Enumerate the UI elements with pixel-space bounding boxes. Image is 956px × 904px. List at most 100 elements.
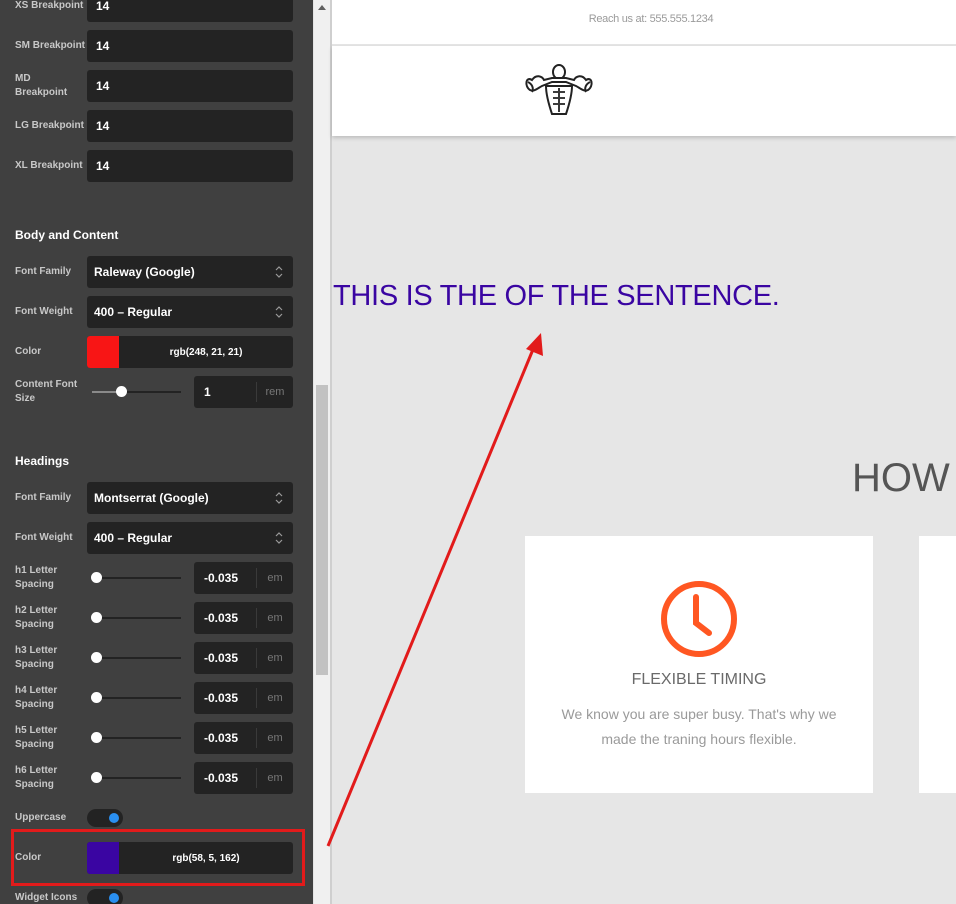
feature-card-partial	[919, 536, 956, 793]
slider-handle[interactable]	[91, 732, 102, 743]
scrollbar-thumb[interactable]	[316, 385, 328, 675]
h5-letter-spacing-input[interactable]: -0.035 em	[194, 722, 293, 754]
h4-letter-spacing-row: h4 Letter Spacing -0.035 em	[0, 682, 313, 714]
h2-letter-spacing-label: h2 Letter Spacing	[15, 605, 58, 630]
content-font-size-input[interactable]: 1 rem	[194, 376, 293, 408]
headings-font-weight-row: Font Weight 400 – Regular	[0, 522, 313, 554]
h3-letter-spacing-slider[interactable]	[92, 657, 181, 659]
headings-font-weight-value: 400 – Regular	[94, 531, 173, 545]
chevron-up-down-icon	[275, 532, 283, 544]
body-font-weight-value: 400 – Regular	[94, 305, 173, 319]
h4-letter-spacing-value: -0.035	[204, 691, 239, 705]
h1-letter-spacing-slider[interactable]	[92, 577, 181, 579]
content-font-size-label: Content Font Size	[15, 379, 78, 404]
headings-font-weight-select[interactable]: 400 – Regular	[87, 522, 293, 554]
body-color-swatch[interactable]	[87, 336, 119, 368]
slider-handle[interactable]	[91, 652, 102, 663]
h5-letter-spacing-label: h5 Letter Spacing	[15, 725, 58, 750]
md-breakpoint-row: MD Breakpoint 14	[0, 70, 313, 102]
lg-breakpoint-input[interactable]: 14	[87, 110, 293, 142]
headings-font-family-row: Font Family Montserrat (Google)	[0, 482, 313, 514]
site-header	[332, 46, 956, 136]
h1-letter-spacing-label: h1 Letter Spacing	[15, 565, 58, 590]
slider-handle[interactable]	[91, 612, 102, 623]
uppercase-toggle[interactable]	[87, 809, 123, 827]
h1-letter-spacing-input[interactable]: -0.035 em	[194, 562, 293, 594]
h2-letter-spacing-unit: em	[267, 612, 283, 624]
slider-handle[interactable]	[91, 772, 102, 783]
feature-card: FLEXIBLE TIMING We know you are super bu…	[525, 536, 873, 793]
chevron-up-down-icon	[275, 266, 283, 278]
content-font-size-unit: rem	[265, 386, 285, 398]
toggle-dot	[109, 893, 119, 903]
h6-letter-spacing-slider[interactable]	[92, 777, 181, 779]
xl-breakpoint-row: XL Breakpoint 14	[0, 150, 313, 182]
h6-letter-spacing-value: -0.035	[204, 771, 239, 785]
toggle-dot	[109, 813, 119, 823]
section-heading: HOW	[852, 456, 950, 500]
slider-handle[interactable]	[91, 572, 102, 583]
h3-letter-spacing-label: h3 Letter Spacing	[15, 645, 58, 670]
h6-letter-spacing-unit: em	[267, 772, 283, 784]
body-font-family-select[interactable]: Raleway (Google)	[87, 256, 293, 288]
headings-font-weight-label: Font Weight	[15, 532, 73, 543]
h4-letter-spacing-input[interactable]: -0.035 em	[194, 682, 293, 714]
h6-letter-spacing-label: h6 Letter Spacing	[15, 765, 58, 790]
preview-headline: THIS IS THE OF THE SENTENCE.	[333, 280, 780, 312]
h1-letter-spacing-row: h1 Letter Spacing -0.035 em	[0, 562, 313, 594]
lg-breakpoint-row: LG Breakpoint 14	[0, 110, 313, 142]
body-font-weight-label: Font Weight	[15, 306, 73, 317]
customizer-panel: XS Breakpoint 14 SM Breakpoint 14 MD Bre…	[0, 0, 313, 904]
sm-breakpoint-label: SM Breakpoint	[15, 40, 86, 51]
body-color-value: rgb(248, 21, 21)	[169, 346, 243, 358]
body-font-weight-row: Font Weight 400 – Regular	[0, 296, 313, 328]
h2-letter-spacing-input[interactable]: -0.035 em	[194, 602, 293, 634]
headings-font-family-select[interactable]: Montserrat (Google)	[87, 482, 293, 514]
h4-letter-spacing-label: h4 Letter Spacing	[15, 685, 58, 710]
content-font-size-value: 1	[204, 385, 211, 399]
slider-handle[interactable]	[116, 386, 128, 397]
h6-letter-spacing-input[interactable]: -0.035 em	[194, 762, 293, 794]
chevron-up-down-icon	[275, 306, 283, 318]
h1-letter-spacing-value: -0.035	[204, 571, 239, 585]
feature-card-text: We know you are super busy. That's why w…	[561, 706, 837, 747]
md-breakpoint-input[interactable]: 14	[87, 70, 293, 102]
h2-letter-spacing-slider[interactable]	[92, 617, 181, 619]
h2-letter-spacing-value: -0.035	[204, 611, 239, 625]
content-font-size-slider[interactable]	[92, 391, 181, 393]
slider-handle[interactable]	[91, 692, 102, 703]
sm-breakpoint-row: SM Breakpoint 14	[0, 30, 313, 62]
h4-letter-spacing-slider[interactable]	[92, 697, 181, 699]
panel-scrollbar[interactable]	[313, 0, 330, 904]
headings-font-family-value: Montserrat (Google)	[94, 491, 209, 505]
body-color-picker[interactable]: rgb(248, 21, 21)	[87, 336, 293, 368]
h3-letter-spacing-value: -0.035	[204, 651, 239, 665]
chevron-up-down-icon	[275, 492, 283, 504]
body-color-label: Color	[15, 346, 42, 357]
body-section-title: Body and Content	[15, 228, 119, 242]
h2-letter-spacing-row: h2 Letter Spacing -0.035 em	[0, 602, 313, 634]
scroll-up-arrow-icon[interactable]	[318, 5, 326, 10]
md-breakpoint-label: MD Breakpoint	[15, 73, 68, 98]
body-font-family-value: Raleway (Google)	[94, 265, 195, 279]
h3-letter-spacing-unit: em	[267, 652, 283, 664]
xl-breakpoint-label: XL Breakpoint	[15, 160, 83, 171]
h5-letter-spacing-slider[interactable]	[92, 737, 181, 739]
h6-letter-spacing-row: h6 Letter Spacing -0.035 em	[0, 762, 313, 794]
bodybuilder-logo-icon[interactable]	[522, 64, 596, 116]
widget-icons-toggle[interactable]	[87, 889, 123, 904]
h5-letter-spacing-value: -0.035	[204, 731, 239, 745]
headings-font-family-label: Font Family	[15, 492, 72, 503]
h3-letter-spacing-row: h3 Letter Spacing -0.035 em	[0, 642, 313, 674]
xs-breakpoint-input[interactable]: 14	[87, 0, 293, 22]
h1-letter-spacing-unit: em	[267, 572, 283, 584]
h5-letter-spacing-unit: em	[267, 732, 283, 744]
body-font-family-label: Font Family	[15, 266, 72, 277]
body-font-family-row: Font Family Raleway (Google)	[0, 256, 313, 288]
h3-letter-spacing-input[interactable]: -0.035 em	[194, 642, 293, 674]
sm-breakpoint-input[interactable]: 14	[87, 30, 293, 62]
xl-breakpoint-input[interactable]: 14	[87, 150, 293, 182]
headings-section-title: Headings	[15, 454, 70, 468]
h5-letter-spacing-row: h5 Letter Spacing -0.035 em	[0, 722, 313, 754]
body-font-weight-select[interactable]: 400 – Regular	[87, 296, 293, 328]
